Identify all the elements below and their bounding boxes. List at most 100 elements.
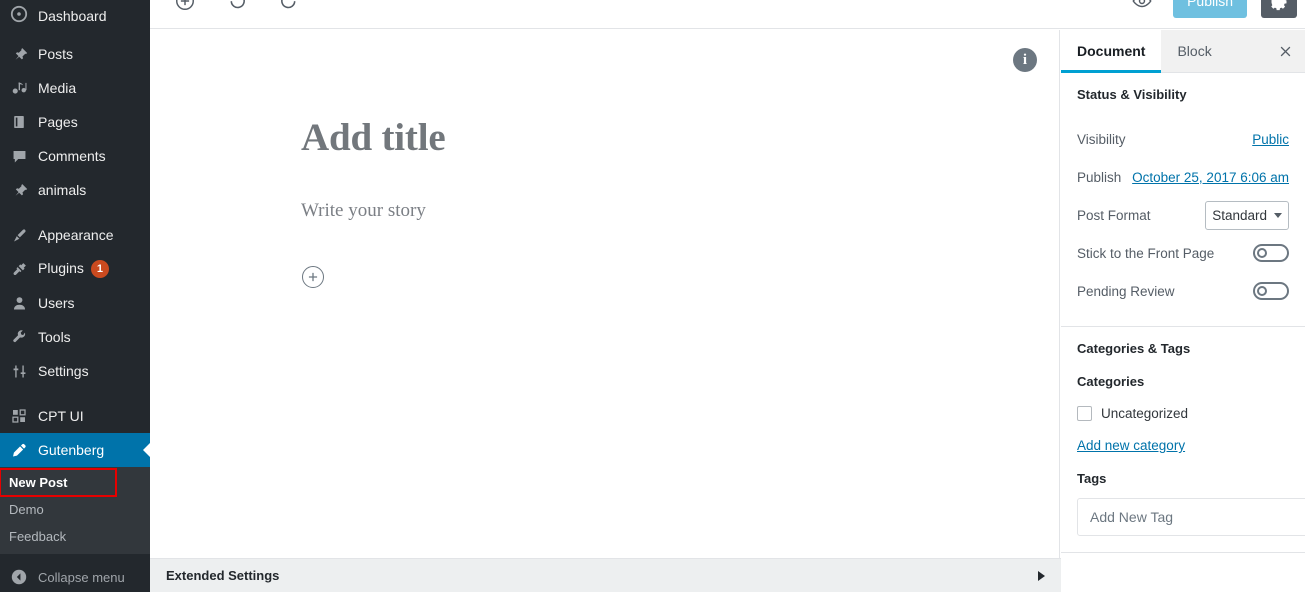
submenu-item-new-post[interactable]: New Post [0,468,117,497]
user-icon [9,293,29,313]
publish-label: Publish [1077,169,1122,185]
post-format-row: Post Format Standard [1077,196,1289,234]
sidebar-divider [0,26,150,37]
toolbar-right-group: Publish [1125,0,1297,18]
category-label: Uncategorized [1101,405,1189,421]
info-icon[interactable]: i [1013,48,1037,72]
submenu-item-feedback[interactable]: Feedback [0,523,150,550]
pin-icon [9,180,29,200]
plugins-update-badge: 1 [90,260,109,279]
wordpress-gutenberg-editor: Dashboard Posts Media Pages Comments ani… [0,0,1305,592]
submenu-item-demo[interactable]: Demo [0,496,150,523]
tab-document[interactable]: Document [1061,30,1162,73]
sidebar-item-label: Tools [38,329,71,345]
sidebar-item-label: Media [38,80,77,96]
pin-icon [9,44,29,64]
sliders-icon [9,361,29,381]
pencil-icon [9,440,29,460]
visibility-label: Visibility [1077,131,1126,147]
sidebar-item-settings[interactable]: Settings [0,354,150,388]
toggle-knob [1257,286,1267,296]
sidebar-divider [0,388,150,399]
publish-date-row: Publish October 25, 2017 6:06 am [1077,158,1289,196]
triangle-right-icon[interactable] [1038,570,1045,581]
categories-tags-panel: Categories & Tags Categories Uncategoriz… [1061,327,1305,553]
media-icon [9,78,29,98]
sidebar-item-label: Plugins 1 [38,260,150,279]
plug-icon [9,259,29,279]
publish-date-button[interactable]: October 25, 2017 6:06 am [1132,170,1289,185]
extended-settings-bar[interactable]: Extended Settings [150,558,1061,592]
toggle-knob [1257,248,1267,258]
brush-icon [9,225,29,245]
wrench-icon [9,327,29,347]
admin-sidebar: Dashboard Posts Media Pages Comments ani… [0,0,150,592]
toolbar-left-group [168,0,306,18]
collapse-menu-button[interactable]: Collapse menu [0,562,150,592]
sidebar-item-comments[interactable]: Comments [0,139,150,173]
undo-icon[interactable] [220,0,254,18]
page-icon [9,112,29,132]
eye-preview-icon[interactable] [1125,0,1159,18]
sidebar-item-users[interactable]: Users [0,286,150,320]
add-new-category-button[interactable]: Add new category [1077,438,1185,453]
tags-label: Tags [1077,471,1107,486]
sidebar-item-tools[interactable]: Tools [0,320,150,354]
comment-icon [9,146,29,166]
settings-sidebar: Document Block Status & Visibility Visib… [1061,30,1305,592]
close-icon[interactable] [1267,30,1303,72]
dashboard-icon [9,4,29,24]
sidebar-item-label: CPT UI [38,408,84,424]
sidebar-item-label: Posts [38,46,74,62]
sticky-toggle[interactable] [1253,244,1289,262]
post-title-input[interactable]: Add title [301,115,446,160]
sidebar-item-gutenberg[interactable]: Gutenberg [0,433,150,467]
grid-icon [9,406,29,426]
sidebar-item-label: Gutenberg [38,442,105,458]
collapse-menu-label: Collapse menu [38,569,125,585]
tab-block[interactable]: Block [1161,30,1227,72]
sidebar-item-label: Appearance [38,227,114,243]
sidebar-item-pages[interactable]: Pages [0,105,150,139]
sidebar-item-dashboard[interactable]: Dashboard [0,0,150,26]
plus-circle-icon[interactable] [302,266,324,288]
publish-button[interactable]: Publish [1173,0,1247,18]
pending-review-toggle[interactable] [1253,282,1289,300]
active-menu-pointer [143,442,150,458]
post-format-select[interactable]: Standard [1205,200,1289,230]
sidebar-item-label: Settings [38,363,89,379]
sticky-row: Stick to the Front Page [1077,234,1289,272]
redo-icon[interactable] [272,0,306,18]
sidebar-item-label: Dashboard [38,8,107,24]
editor-toolbar: Publish [150,0,1305,29]
editor-canvas[interactable]: i Add title Write your story [150,30,1060,558]
pending-review-label: Pending Review [1077,283,1175,299]
sidebar-item-cpt-ui[interactable]: CPT UI [0,399,150,433]
add-new-tag-input[interactable]: Add New Tag [1077,498,1305,536]
pending-review-row: Pending Review [1077,272,1289,310]
post-format-value: Standard [1212,207,1267,223]
sticky-label: Stick to the Front Page [1077,245,1215,261]
extended-settings-label: Extended Settings [166,568,280,583]
gear-icon[interactable] [1261,0,1297,18]
post-body-input[interactable]: Write your story [301,200,426,222]
sidebar-item-label: animals [38,182,87,198]
status-visibility-panel: Status & Visibility Visibility Public Pu… [1061,73,1305,327]
panel-title: Status & Visibility [1077,87,1187,102]
categories-label: Categories [1077,374,1145,389]
visibility-row: Visibility Public [1077,120,1289,158]
sidebar-item-animals[interactable]: animals [0,173,150,207]
visibility-value-button[interactable]: Public [1252,132,1289,147]
sidebar-item-label: Pages [38,114,78,130]
collapse-left-icon [9,568,29,586]
sidebar-item-media[interactable]: Media [0,71,150,105]
sidebar-item-posts[interactable]: Posts [0,37,150,71]
category-checkbox[interactable] [1077,405,1092,421]
gutenberg-submenu: New Post Demo Feedback [0,467,150,554]
sidebar-item-plugins[interactable]: Plugins 1 [0,252,150,286]
category-row[interactable]: Uncategorized [1077,401,1289,425]
sidebar-item-appearance[interactable]: Appearance [0,218,150,252]
add-block-icon[interactable] [168,0,202,18]
settings-tablist: Document Block [1061,30,1305,73]
sidebar-divider [0,207,150,218]
